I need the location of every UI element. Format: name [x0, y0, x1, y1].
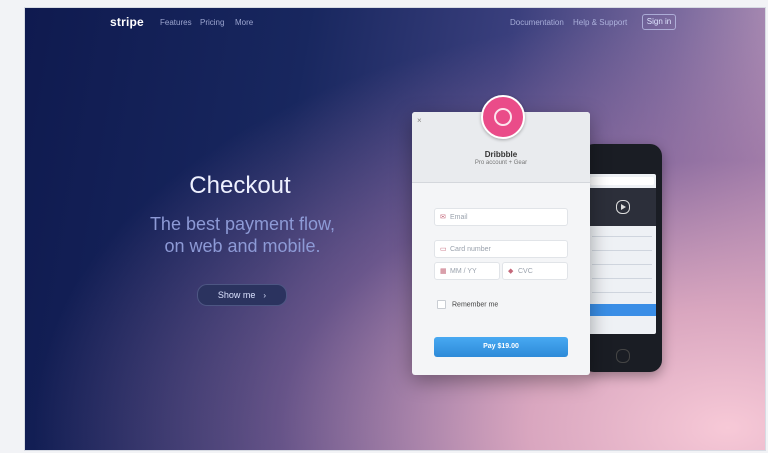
- remember-checkbox[interactable]: [437, 300, 446, 309]
- hero-title: Checkout: [189, 172, 291, 199]
- show-me-label: Show me: [217, 290, 256, 300]
- remember-label: Remember me: [452, 301, 499, 309]
- pay-button[interactable]: Pay $19.00: [434, 337, 568, 357]
- email-field[interactable]: ✉ Email: [434, 208, 568, 226]
- phone-mockup: [582, 144, 662, 372]
- phone-home-button: [616, 349, 630, 363]
- nav-link-features[interactable]: Features: [160, 18, 192, 27]
- nav-link-more[interactable]: More: [235, 18, 253, 27]
- store-description: Pro account + Gear: [474, 160, 528, 166]
- show-me-button[interactable]: Show me ›: [197, 284, 287, 306]
- stripe-logo[interactable]: stripe: [110, 15, 144, 29]
- top-nav: stripe Features Pricing More Documentati…: [25, 8, 765, 36]
- expiry-placeholder: MM / YY: [450, 268, 477, 275]
- calendar-icon: ▦: [440, 268, 447, 275]
- phone-screen: [588, 174, 656, 334]
- phone-row: [592, 292, 652, 293]
- signin-button[interactable]: Sign in: [642, 14, 676, 30]
- chevron-right-icon: ›: [263, 291, 267, 300]
- cvc-placeholder: CVC: [518, 268, 533, 275]
- card-placeholder: Card number: [450, 246, 491, 253]
- nav-link-pricing[interactable]: Pricing: [200, 18, 224, 27]
- nav-link-support[interactable]: Help & Support: [573, 18, 627, 27]
- phone-row: [592, 278, 652, 279]
- close-icon[interactable]: ×: [417, 117, 425, 125]
- card-number-field[interactable]: ▭ Card number: [434, 240, 568, 258]
- email-placeholder: Email: [450, 214, 468, 221]
- cvc-field[interactable]: ◆ CVC: [502, 262, 568, 280]
- checkout-modal: × Dribbble Pro account + Gear ✉ Email ▭ …: [412, 95, 590, 375]
- phone-pay-button: [588, 304, 656, 316]
- hero-subtitle-line-1: The best payment flow,: [149, 214, 336, 234]
- hero-subtitle: The best payment flow, on web and mobile…: [120, 213, 365, 257]
- checkout-header: × Dribbble Pro account + Gear: [412, 95, 590, 183]
- phone-row: [592, 250, 652, 251]
- nav-link-documentation[interactable]: Documentation: [510, 18, 564, 27]
- phone-video: [588, 188, 656, 226]
- phone-row: [592, 264, 652, 265]
- expiry-field[interactable]: ▦ MM / YY: [434, 262, 500, 280]
- play-icon: [616, 200, 630, 214]
- store-avatar: [481, 95, 525, 139]
- email-icon: ✉: [440, 214, 446, 221]
- phone-url-bar: [590, 177, 654, 185]
- lock-icon: ◆: [508, 268, 514, 275]
- remember-me[interactable]: Remember me: [437, 300, 498, 310]
- hero-subtitle-line-2: on web and mobile.: [164, 236, 321, 256]
- store-name: Dribbble: [484, 150, 518, 159]
- stripe-page: stripe Features Pricing More Documentati…: [25, 8, 765, 450]
- phone-row: [592, 236, 652, 237]
- card-icon: ▭: [440, 246, 447, 253]
